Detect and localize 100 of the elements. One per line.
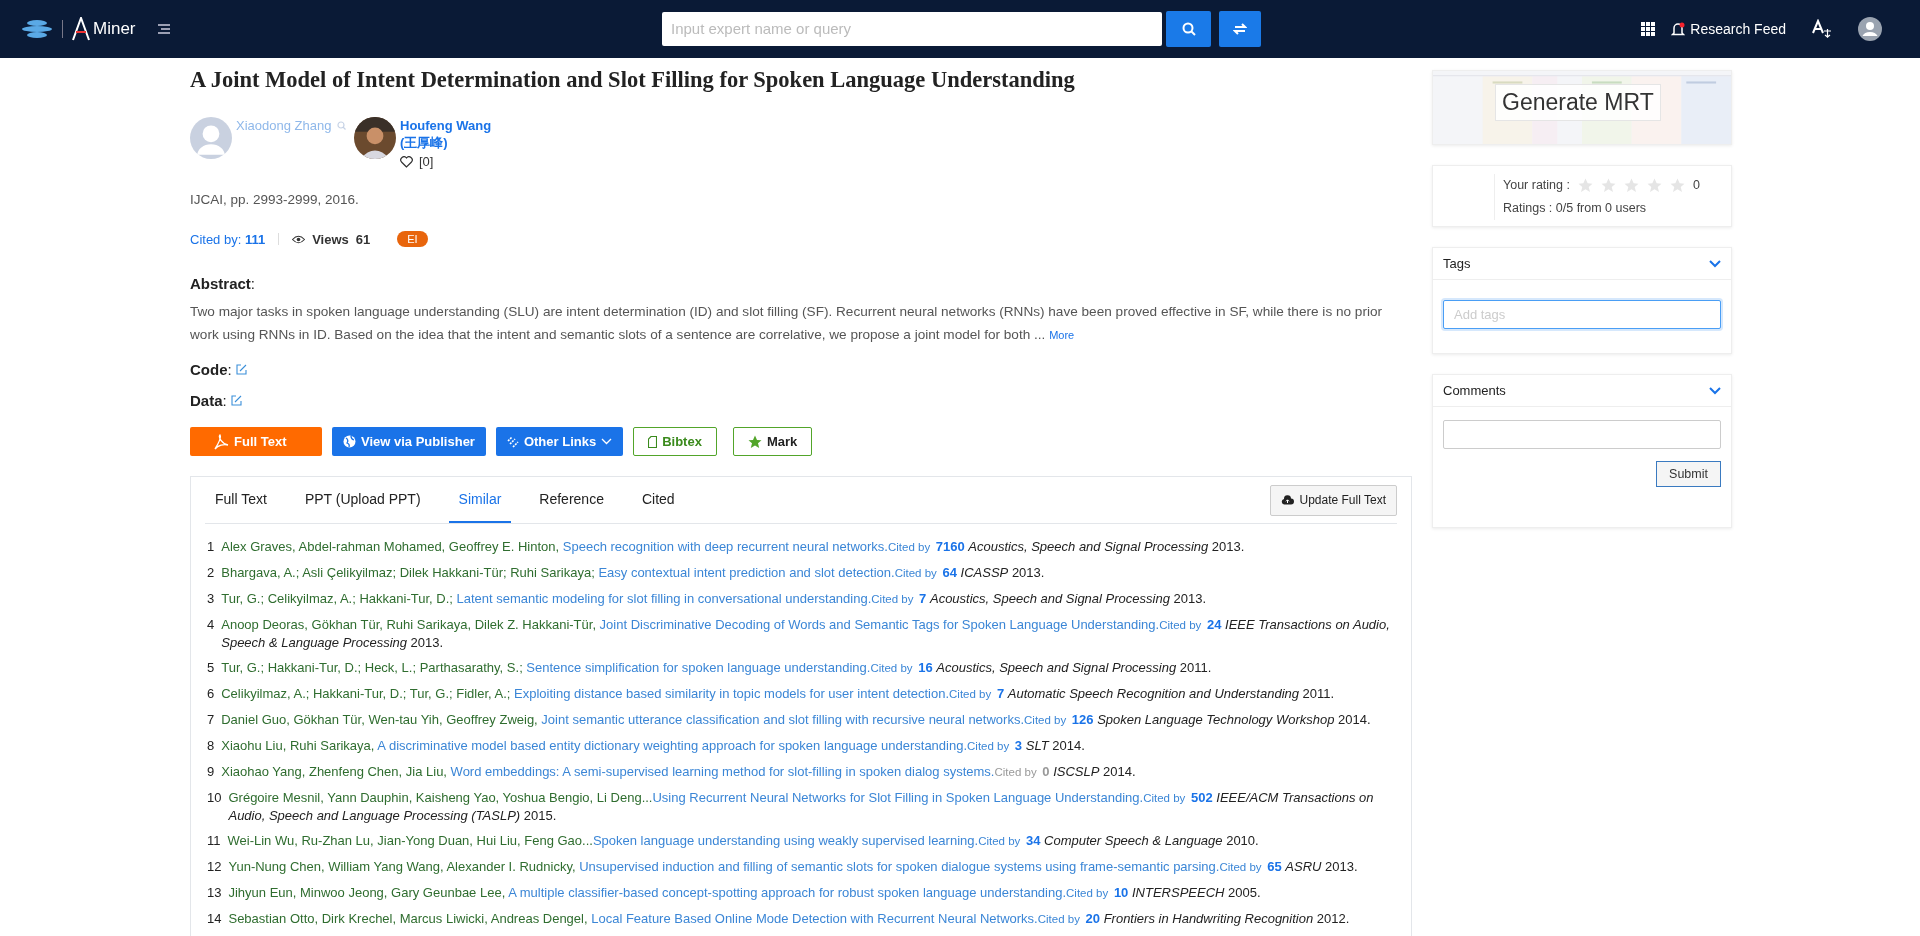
star-icon[interactable] — [1577, 178, 1593, 193]
publisher-button[interactable]: View via Publisher — [332, 427, 486, 456]
mark-button[interactable]: Mark — [732, 427, 813, 456]
reference-number: 8 — [207, 737, 215, 755]
citation-count-link[interactable]: 7 — [919, 591, 927, 606]
reference-entry: Celikyilmaz, A.; Hakkani-Tur, D.; Tur, G.; Fidler, A.; Exploiting distance based similarity in topic models for user intent detection.Cited by 7 Automatic Speech Recognition and Understanding 2011. — [221, 685, 1335, 703]
links-icon — [506, 435, 519, 448]
swap-button[interactable] — [1219, 10, 1261, 47]
reference-number: 9 — [207, 763, 215, 781]
star-icon[interactable] — [1646, 178, 1662, 193]
apps-grid-icon[interactable] — [1641, 22, 1656, 36]
publication-venue: IJCAI, pp. 2993-2999, 2016. — [190, 192, 360, 207]
pdf-icon — [213, 433, 229, 450]
like-count: [0] — [419, 153, 434, 170]
full-text-button[interactable]: Full Text — [190, 427, 322, 456]
citation-count-link[interactable]: 10 — [1113, 885, 1129, 900]
comment-input[interactable] — [1443, 420, 1721, 449]
bibtex-button[interactable]: Bibtex — [633, 427, 717, 456]
citation-count-link[interactable]: 126 — [1071, 712, 1094, 727]
abstract-text: Two major tasks in spoken language understanding (SLU) are intent determination (ID) and slot filling (SF). Recurrent neural networks (RNNs) have been proved effective in SF, while there is no prior work using RNNs in ID. Based on the idea that the intent and semantic slots of a sentence are correlative, we propose a joint model for both ... More — [190, 303, 1384, 344]
update-full-text-button[interactable]: Update Full Text — [1269, 484, 1397, 516]
tab[interactable]: Full Text — [205, 477, 277, 523]
edit-icon[interactable] — [235, 364, 247, 375]
chevron-down-icon — [601, 438, 613, 445]
reference-title-link[interactable]: Sentence simplification for spoken language understanding. — [526, 660, 871, 675]
user-avatar-icon[interactable] — [1858, 17, 1882, 41]
rating-value: 0 — [1692, 177, 1700, 194]
tab[interactable]: Reference — [529, 477, 614, 523]
reference-title-link[interactable]: Exploiting distance based similarity in topic models for user intent detection. — [514, 686, 950, 701]
reference-title-link[interactable]: A multiple classifier-based concept-spotting approach for robust spoken language understanding. — [508, 885, 1067, 900]
panel-title: Comments — [1443, 383, 1506, 398]
index-badge: EI — [397, 231, 428, 247]
reference-title-link[interactable]: Unsupervised induction and filling of semantic slots for spoken dialogue systems using frame-semantic parsing. — [579, 859, 1220, 874]
other-links-button[interactable]: Other Links — [495, 427, 624, 456]
reference-entry: Xiaohu Liu, Ruhi Sarikaya, A discriminative model based entity dictionary weighting approach for spoken language understanding.Cited by 3 SLT 2014. — [221, 737, 1085, 755]
search-button[interactable] — [1166, 10, 1211, 47]
citation-count-link[interactable]: 64 — [942, 565, 957, 580]
chevron-icon[interactable] — [1709, 259, 1721, 268]
reference-title-link[interactable]: Local Feature Based Online Mode Detection with Recurrent Neural Networks. — [591, 911, 1038, 926]
ratings-summary: Ratings : 0/5 from 0 users — [1503, 200, 1648, 217]
reference-entry: Daniel Guo, Gökhan Tür, Wen-tau Yih, Geoffrey Zweig, Joint semantic utterance classification and slot filling with recursive neural networks.Cited by 126 Spoken Language Technology Workshop 2014. — [221, 711, 1371, 729]
tab[interactable]: Similar — [448, 477, 512, 523]
reference-title-link[interactable]: Joint Discriminative Decoding of Words and Semantic Tags for Spoken Language Understanding. — [599, 617, 1160, 632]
reference-title-link[interactable]: Latent semantic modeling for slot filling in conversational understanding. — [456, 591, 872, 606]
translate-icon[interactable] — [1812, 19, 1832, 39]
reference-title-link[interactable]: Word embeddings: A semi-supervised learning method for slot-filling in spoken dialog systems. — [450, 764, 995, 779]
reference-entry: Sebastian Otto, Dirk Krechel, Marcus Liwicki, Andreas Dengel, Local Feature Based Online Mode Detection with Recurrent Neural Networks.Cited by 20 Frontiers in Handwriting Recognition 2012. — [228, 910, 1350, 928]
citation-count-link[interactable]: 65 — [1267, 859, 1282, 874]
a-logo-icon[interactable] — [71, 17, 91, 41]
reference-title-link[interactable]: Spoken language understanding using weakly supervised learning. — [592, 833, 979, 848]
globe-icon — [343, 435, 356, 448]
citation-count-link[interactable]: 16 — [918, 660, 933, 675]
reference-entry: Tur, G.; Celikyilmaz, A.; Hakkani-Tur, D.; Latent semantic modeling for slot filling in conversational understanding.Cited by 7 Acoustics, Speech and Signal Processing 2013. — [221, 590, 1207, 608]
cloud-upload-icon — [1280, 495, 1294, 505]
reference-entry: Alex Graves, Abdel-rahman Mohamed, Geoffrey E. Hinton, Speech recognition with deep recurrent neural networks.Cited by 7160 Acoustics, Speech and Signal Processing 2013. — [221, 538, 1245, 556]
citation-count-link[interactable]: 502 — [1190, 790, 1213, 805]
cited-by-link[interactable]: Cited by: 111 — [190, 231, 266, 247]
submit-button[interactable]: Submit — [1656, 461, 1721, 487]
search-field[interactable]: Input expert name or query — [662, 11, 1162, 46]
reference-number: 2 — [207, 564, 215, 582]
reference-title-link[interactable]: Using Recurrent Neural Networks for Slot Filling in Spoken Language Understanding. — [652, 790, 1144, 805]
reference-title-link[interactable]: Joint semantic utterance classification and slot filling with recursive neural networks. — [541, 712, 1025, 727]
author-name-link[interactable]: Houfeng Wang — [400, 117, 492, 134]
reference-title-link[interactable]: A discriminative model based entity dictionary weighting approach for spoken language understanding. — [377, 738, 968, 753]
generate-mrt-button[interactable]: Generate MRT — [1495, 84, 1661, 121]
reference-number: 3 — [207, 590, 215, 608]
bell-icon — [1671, 21, 1686, 37]
citation-count-link[interactable]: 7160 — [935, 539, 965, 554]
reference-number: 6 — [207, 685, 215, 703]
brand-name[interactable]: Miner — [93, 19, 136, 39]
citation-count-link[interactable]: 20 — [1085, 911, 1100, 926]
citation-count-link[interactable]: 7 — [996, 686, 1005, 701]
more-link[interactable]: More — [1049, 329, 1075, 341]
views-label: Views — [312, 231, 349, 247]
chevron-icon[interactable] — [1709, 386, 1721, 395]
reference-number: 10 — [207, 789, 222, 807]
reference-entry: Jihyun Eun, Minwoo Jeong, Gary Geunbae Lee, A multiple classifier-based concept-spotting approach for robust spoken language understanding.Cited by 10 INTERSPEECH 2005. — [228, 884, 1261, 902]
citation-count-link[interactable]: 3 — [1014, 738, 1023, 753]
citation-count-link[interactable]: 0 — [1042, 764, 1050, 779]
star-icon[interactable] — [1669, 178, 1685, 193]
reference-number: 4 — [207, 616, 215, 634]
reference-entry: Grégoire Mesnil, Yann Dauphin, Kaisheng Yao, Yoshua Bengio, Li Deng...Using Recurrent Neural Networks for Slot Filling in Spoken Language Understanding.Cited by 502 IEEE/ACM Transactions on Audio, Speech and Language Processing (TASLP) 2015. — [228, 789, 1375, 824]
reference-number: 13 — [207, 884, 222, 902]
heart-icon[interactable] — [400, 155, 413, 168]
citation-count-link[interactable]: 34 — [1025, 833, 1041, 848]
reference-number: 1 — [207, 538, 215, 556]
reference-title-link[interactable]: Easy contextual intent prediction and slot detection. — [598, 565, 895, 580]
reference-entry: Xiaohao Yang, Zhenfeng Chen, Jia Liu, Word embeddings: A semi-supervised learning method for slot-filling in spoken dialog systems.Cited by 0 ISCSLP 2014. — [221, 763, 1136, 781]
citation-count-link[interactable]: 24 — [1207, 617, 1222, 632]
reference-number: 7 — [207, 711, 215, 729]
star-icon[interactable] — [1600, 178, 1616, 193]
edit-icon[interactable] — [230, 395, 242, 406]
tab[interactable]: Cited — [631, 477, 685, 523]
star-icon[interactable] — [1623, 178, 1639, 193]
menu-icon[interactable] — [157, 24, 170, 34]
reference-title-link[interactable]: Speech recognition with deep recurrent neural networks. — [562, 539, 888, 554]
logo-icon[interactable] — [20, 18, 54, 40]
reference-entry: Wei-Lin Wu, Ru-Zhan Lu, Jian-Yong Duan, Hui Liu, Feng Gao...Spoken language understanding using weakly supervised learning.Cited by 34 Computer Speech & Language 2010. — [227, 832, 1259, 850]
tab[interactable]: PPT (Upload PPT) — [294, 477, 431, 523]
research-feed-link[interactable]: Research Feed — [1671, 21, 1786, 37]
